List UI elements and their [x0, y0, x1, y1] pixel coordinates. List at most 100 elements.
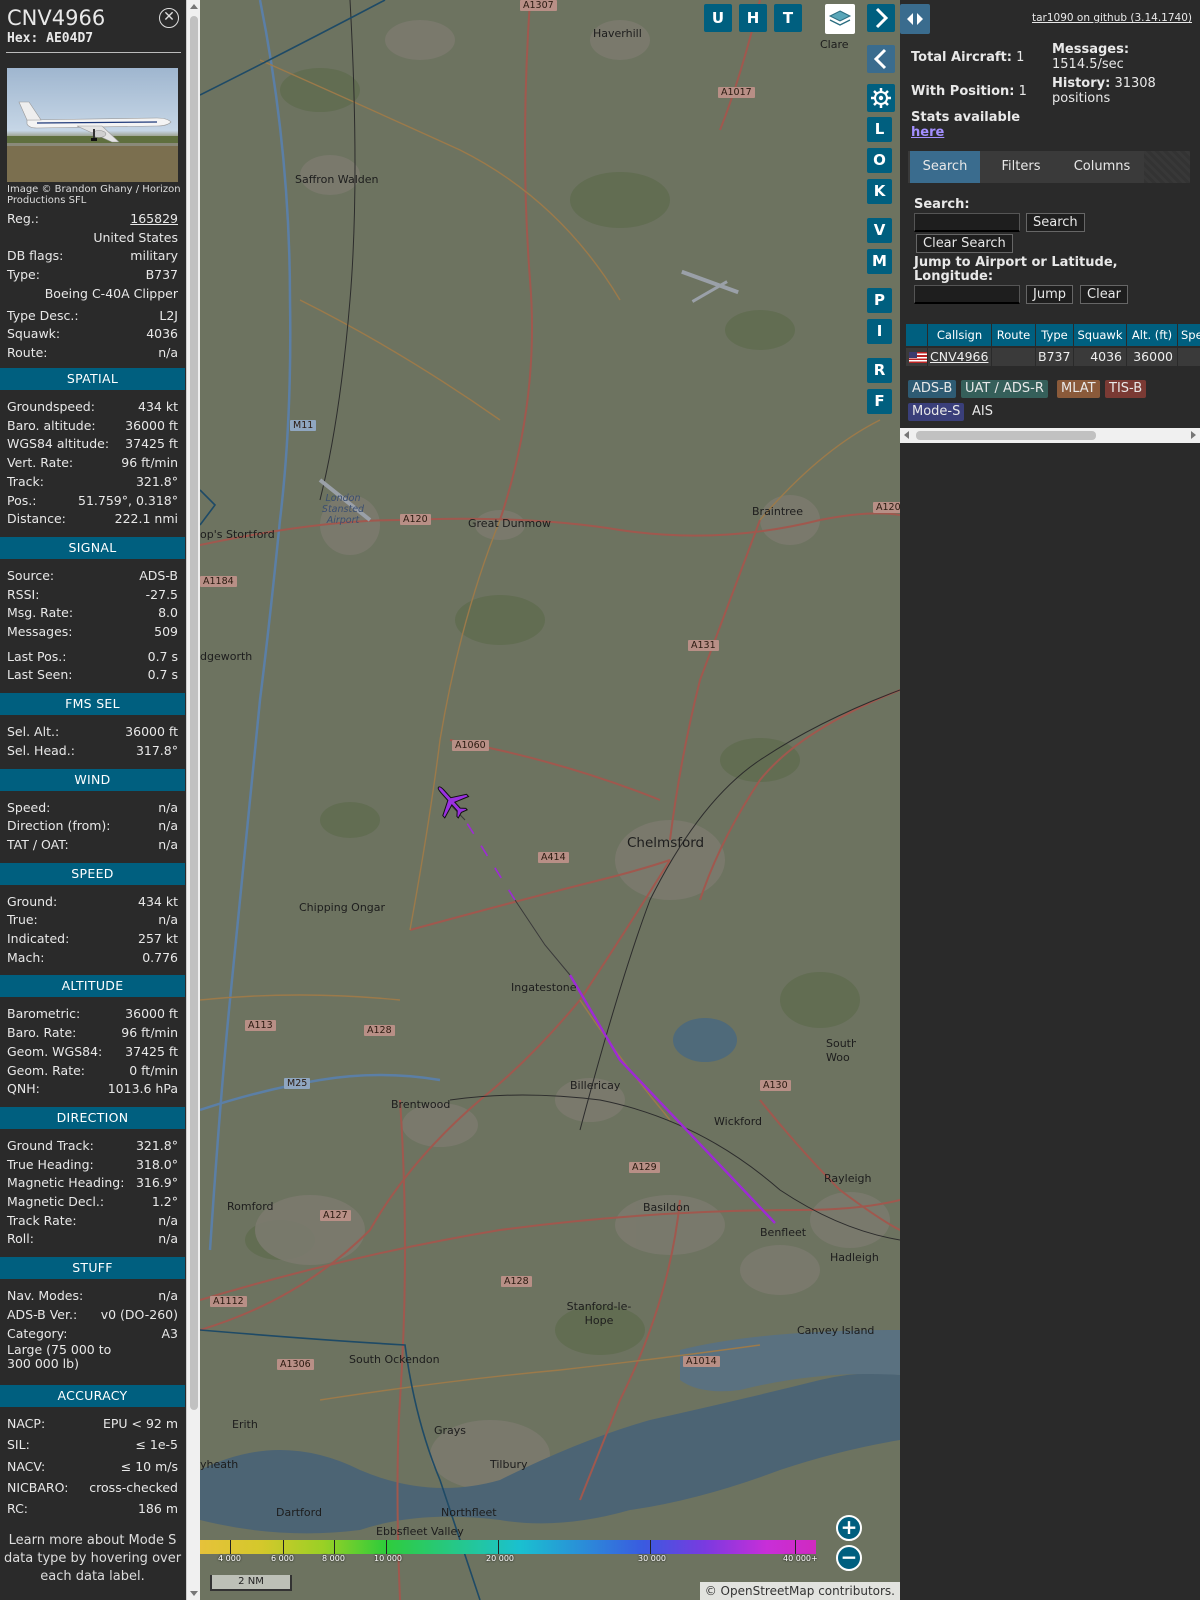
table-header-type[interactable]: Type [1036, 324, 1074, 346]
info-key[interactable]: ADS-B Ver.: [7, 1306, 77, 1324]
info-key[interactable]: Groundspeed: [7, 398, 95, 416]
jump-input[interactable] [914, 285, 1020, 304]
info-key[interactable]: Geom. WGS84: [7, 1043, 102, 1061]
info-key[interactable]: Barometric: [7, 1005, 80, 1023]
info-key[interactable]: Last Seen: [7, 666, 72, 684]
info-key[interactable]: Source: [7, 567, 54, 585]
table-horizontal-scrollbar[interactable] [900, 428, 1200, 443]
info-key[interactable]: Mach: [7, 949, 44, 967]
info-key[interactable]: Nav. Modes: [7, 1287, 83, 1305]
table-row-callsign[interactable]: CNV4966 [928, 348, 992, 366]
info-key[interactable]: True Heading: [7, 1156, 94, 1174]
zoom-out-button[interactable]: − [836, 1545, 862, 1571]
info-key[interactable]: NACV: [7, 1458, 45, 1476]
info-key[interactable]: Pos.: [7, 492, 36, 510]
info-key[interactable]: Category: [7, 1325, 67, 1343]
info-key[interactable]: Sel. Head.: [7, 742, 75, 760]
info-panel-scrollbar[interactable] [186, 0, 200, 1600]
map-button-u[interactable]: U [704, 4, 732, 32]
info-key[interactable]: Messages: [7, 623, 73, 641]
tab-filters[interactable]: Filters [986, 151, 1056, 183]
table-row-route[interactable] [992, 348, 1036, 366]
github-link[interactable]: tar1090 on github (3.14.1740) [1032, 12, 1192, 24]
legend-uat---ads-r[interactable]: UAT / ADS-R [961, 380, 1048, 398]
scroll-up-arrow-icon[interactable] [190, 4, 198, 9]
scrollbar-thumb[interactable] [190, 16, 198, 1410]
table-row-flag[interactable] [906, 348, 928, 366]
info-key[interactable]: Magnetic Decl.: [7, 1193, 104, 1211]
info-key[interactable]: WGS84 altitude: [7, 435, 109, 453]
clear-button[interactable]: Clear [1080, 285, 1128, 304]
table-row-type[interactable]: B737 [1036, 348, 1074, 366]
map-button-m[interactable]: M [867, 249, 892, 274]
scrollbar-thumb[interactable] [916, 431, 1096, 440]
legend-mode-s[interactable]: Mode-S [908, 403, 965, 421]
info-key[interactable]: Baro. altitude: [7, 417, 96, 435]
table-header-squawk[interactable]: Squawk [1074, 324, 1127, 346]
jump-button[interactable]: Jump [1026, 285, 1073, 304]
legend-tis-b[interactable]: TIS-B [1105, 380, 1147, 398]
info-key[interactable]: Baro. Rate: [7, 1024, 76, 1042]
table-row-altitude[interactable]: 36000 [1127, 348, 1178, 366]
info-key[interactable]: QNH: [7, 1080, 40, 1098]
map-button-l[interactable]: L [867, 117, 892, 142]
map-button-i[interactable]: I [867, 319, 892, 344]
table-header-callsign[interactable]: Callsign [928, 324, 992, 346]
expand-right-button[interactable] [867, 4, 895, 32]
info-key[interactable]: RC: [7, 1500, 28, 1518]
legend-ads-b[interactable]: ADS-B [908, 380, 957, 398]
zoom-in-button[interactable]: + [836, 1515, 862, 1541]
map-button-k[interactable]: K [867, 179, 892, 204]
registration-link[interactable]: 165829 [130, 210, 178, 228]
info-key[interactable]: RSSI: [7, 586, 39, 604]
info-key[interactable]: NICBARO: [7, 1479, 68, 1497]
info-key[interactable]: Last Pos.: [7, 648, 66, 666]
map-button-o[interactable]: O [867, 148, 892, 173]
info-key[interactable]: Track: [7, 473, 44, 491]
map-button-r[interactable]: R [867, 358, 892, 383]
info-key[interactable]: Distance: [7, 510, 66, 528]
info-key[interactable]: Track Rate: [7, 1212, 77, 1230]
info-key[interactable]: Ground Track: [7, 1137, 94, 1155]
info-key[interactable]: SIL: [7, 1436, 30, 1454]
table-header-flag[interactable] [906, 324, 928, 346]
table-header-route[interactable]: Route [992, 324, 1036, 346]
aircraft-photo[interactable] [7, 68, 178, 182]
map-button-f[interactable]: F [867, 389, 892, 414]
info-key[interactable]: Indicated: [7, 930, 69, 948]
info-key[interactable]: Speed: [7, 799, 50, 817]
toggle-panel-button[interactable] [900, 4, 930, 34]
legend-ais[interactable]: AIS [968, 403, 997, 421]
info-key[interactable]: Geom. Rate: [7, 1062, 85, 1080]
info-key[interactable]: Magnetic Heading: [7, 1174, 124, 1192]
info-key[interactable]: TAT / OAT: [7, 836, 69, 854]
info-key[interactable]: Sel. Alt.: [7, 723, 59, 741]
collapse-left-button[interactable] [867, 45, 895, 73]
info-key[interactable]: NACP: [7, 1415, 45, 1433]
info-key[interactable]: Large (75 000 to 300 000 lb) [7, 1343, 137, 1371]
scroll-left-arrow-icon[interactable] [904, 431, 909, 439]
close-icon[interactable]: ✕ [159, 8, 179, 28]
tab-search[interactable]: Search [910, 151, 980, 183]
info-key[interactable]: Direction (from): [7, 817, 111, 835]
map-view[interactable]: Haverhill Saffron Walden Great Dunmow Brain… [200, 0, 900, 1600]
map-button-v[interactable]: V [867, 218, 892, 243]
scroll-down-arrow-icon[interactable] [190, 1591, 198, 1596]
info-key[interactable]: Msg. Rate: [7, 604, 73, 622]
info-key[interactable]: Ground: [7, 893, 57, 911]
clear-search-button[interactable]: Clear Search [916, 234, 1013, 253]
table-row-squawk[interactable]: 4036 [1074, 348, 1127, 366]
info-key[interactable]: Vert. Rate: [7, 454, 73, 472]
map-button-p[interactable]: P [867, 288, 892, 313]
map-button-t[interactable]: T [774, 4, 802, 32]
tab-columns[interactable]: Columns [1058, 151, 1146, 183]
settings-button[interactable] [867, 84, 895, 112]
stats-link[interactable]: here [911, 125, 944, 140]
table-header-speed[interactable]: Spe [1178, 324, 1200, 346]
scroll-right-arrow-icon[interactable] [1191, 431, 1196, 439]
map-button-h[interactable]: H [739, 4, 767, 32]
search-input[interactable] [914, 213, 1020, 232]
info-key[interactable]: True: [7, 911, 38, 929]
search-button[interactable]: Search [1026, 213, 1085, 232]
layers-button[interactable] [825, 4, 855, 34]
